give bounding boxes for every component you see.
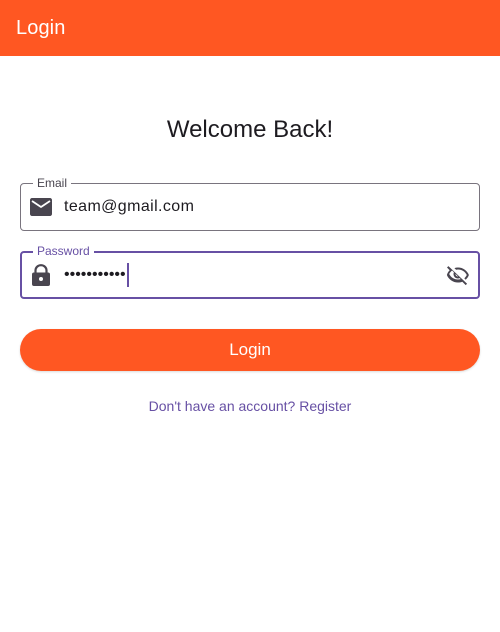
password-masked-text: ••••••••••• — [64, 266, 126, 283]
text-caret — [126, 263, 129, 287]
email-icon — [30, 196, 52, 218]
login-button[interactable]: Login — [20, 329, 480, 371]
email-field-label: Email — [33, 176, 72, 190]
email-field[interactable]: Email team@gmail.com — [20, 176, 480, 231]
visibility-off-icon[interactable] — [446, 263, 470, 287]
password-input-value: ••••••••••• — [64, 263, 129, 287]
lock-icon — [30, 264, 52, 286]
app-bar-title: Login — [16, 16, 66, 39]
welcome-heading: Welcome Back! — [166, 116, 334, 143]
password-field[interactable]: Password ••••••••••• — [20, 244, 480, 299]
app-bar: Login — [0, 0, 500, 56]
password-field-label: Password — [33, 244, 94, 258]
register-link[interactable]: Don't have an account? Register — [0, 398, 500, 414]
email-input-value: team@gmail.com — [64, 198, 195, 215]
